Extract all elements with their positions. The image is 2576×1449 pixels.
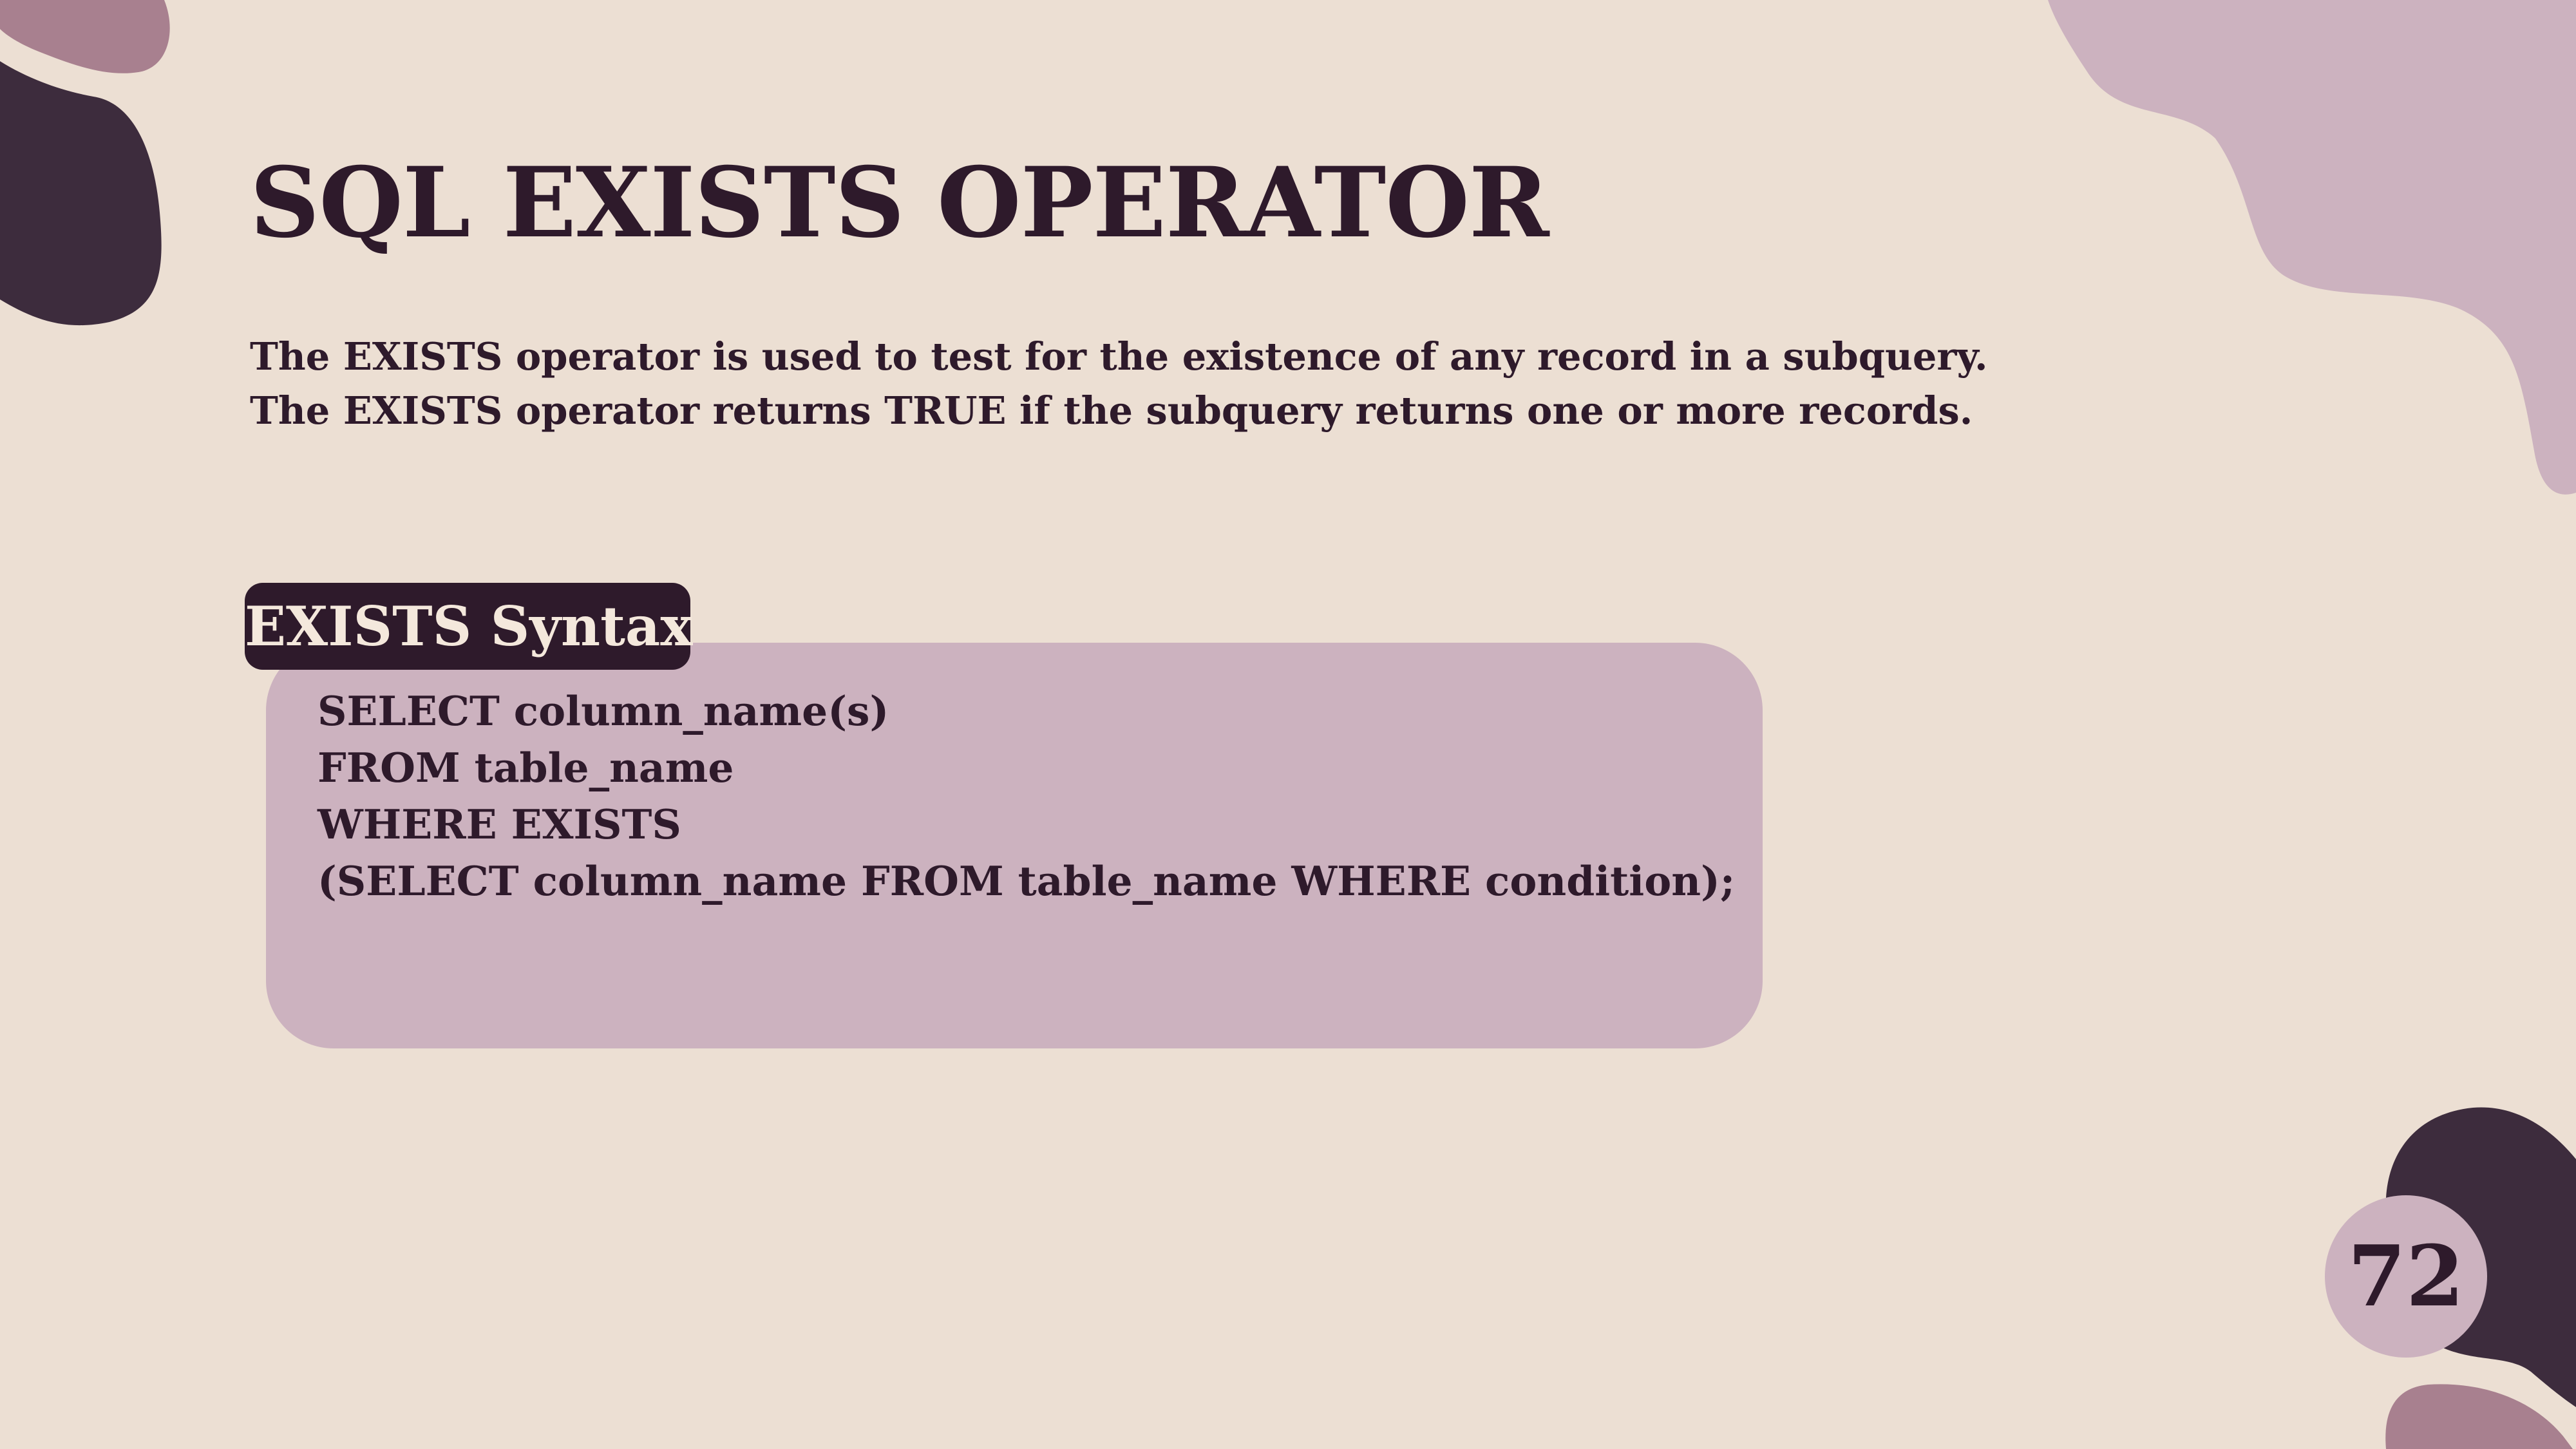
code-line: SELECT column_name(s) <box>317 687 889 735</box>
top-right-mauve-blob <box>2048 0 2576 495</box>
description-line: The EXISTS operator returns TRUE if the … <box>250 388 1973 433</box>
syntax-code: SELECT column_name(s) FROM table_name WH… <box>317 683 1735 909</box>
description: The EXISTS operator is used to test for … <box>250 330 1988 438</box>
page-title: SQL EXISTS OPERATOR <box>250 146 1549 260</box>
code-line: (SELECT column_name FROM table_name WHER… <box>317 857 1736 905</box>
top-left-mauve-blob <box>0 0 170 73</box>
description-line: The EXISTS operator is used to test for … <box>250 334 1988 379</box>
page-number-badge: 72 <box>2325 1195 2487 1358</box>
top-left-dark-blob <box>0 61 162 326</box>
code-line: WHERE EXISTS <box>317 800 681 848</box>
code-line: FROM table_name <box>317 744 734 791</box>
syntax-label: EXISTS Syntax <box>245 583 692 670</box>
bottom-right-mauve-blob <box>2385 1384 2573 1449</box>
